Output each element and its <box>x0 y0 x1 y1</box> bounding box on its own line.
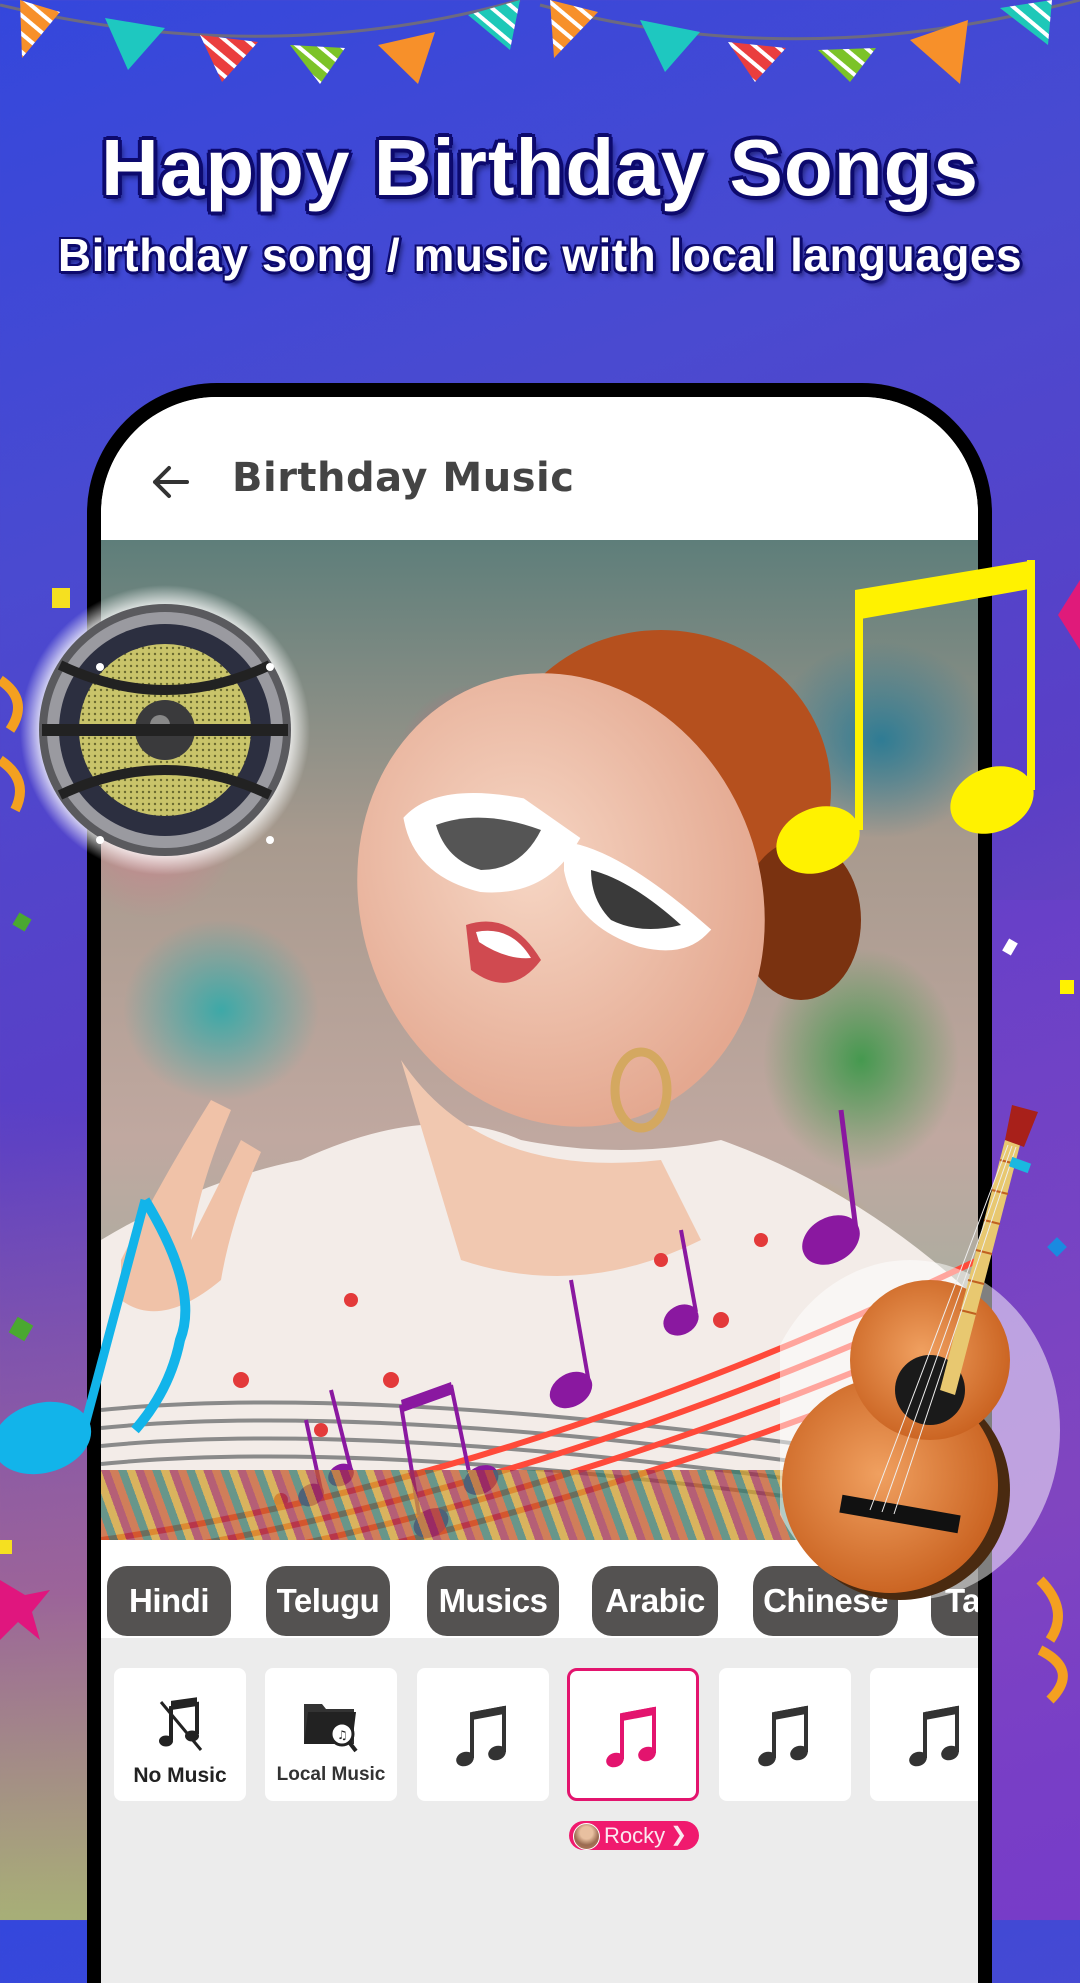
bunting-flag <box>1000 0 1052 45</box>
music-note-icon <box>606 1706 656 1768</box>
music-option-label: No Music <box>133 1764 227 1787</box>
music-option-track[interactable] <box>719 1668 851 1801</box>
bunting-flag <box>290 45 345 84</box>
bunting-decoration <box>0 0 1080 84</box>
bunting-flag <box>200 35 258 82</box>
bunting-flag <box>818 48 876 82</box>
app-bar: Birthday Music <box>101 397 978 540</box>
app-title: Birthday Music <box>232 455 575 501</box>
guitar-icon <box>780 1105 1060 1600</box>
category-tab-arabic[interactable]: Arabic <box>592 1566 718 1636</box>
music-note-icon <box>758 1705 808 1767</box>
selected-track-chip[interactable]: Rocky ❯ <box>569 1821 699 1850</box>
star-icon <box>1058 580 1080 650</box>
bunting-flag <box>728 42 786 82</box>
music-note-icon <box>909 1705 959 1767</box>
music-list: No Music ♫ Local Music Rocky ❯ <box>101 1638 978 1983</box>
chevron-right-icon: ❯ <box>670 1824 687 1846</box>
svg-text:♫: ♫ <box>337 1728 348 1742</box>
bunting-flag <box>468 0 520 50</box>
music-option-track-selected[interactable] <box>567 1668 699 1801</box>
blue-music-note-icon <box>0 1197 191 1475</box>
bunting-flag <box>640 20 700 72</box>
category-tab-telugu[interactable]: Telugu <box>266 1566 390 1636</box>
folder-music-search-icon: ♫ <box>304 1704 358 1753</box>
music-option-track[interactable] <box>417 1668 549 1801</box>
bunting-flag <box>378 32 435 84</box>
category-tab-musics[interactable]: Musics <box>427 1566 559 1636</box>
artist-avatar <box>573 1823 600 1850</box>
music-option-label: Local Music <box>276 1764 386 1785</box>
music-option-track[interactable] <box>870 1668 978 1801</box>
bunting-flag <box>550 0 598 58</box>
music-off-icon <box>159 1697 203 1751</box>
bunting-flag <box>105 18 165 70</box>
yellow-music-note-icon <box>776 560 1035 874</box>
bunting-flag <box>20 0 60 58</box>
music-note-icon <box>456 1705 506 1767</box>
arrow-left-icon[interactable] <box>145 457 195 507</box>
music-option-no-music[interactable]: No Music <box>114 1668 246 1801</box>
promo-title: Happy Birthday Songs <box>101 123 979 212</box>
speaker-icon <box>20 585 310 875</box>
category-tab-hindi[interactable]: Hindi <box>107 1566 231 1636</box>
artist-name: Rocky <box>604 1823 666 1848</box>
music-option-local-music[interactable]: ♫ Local Music <box>265 1668 397 1801</box>
promo-subtitle: Birthday song / music with local languag… <box>57 229 1023 281</box>
